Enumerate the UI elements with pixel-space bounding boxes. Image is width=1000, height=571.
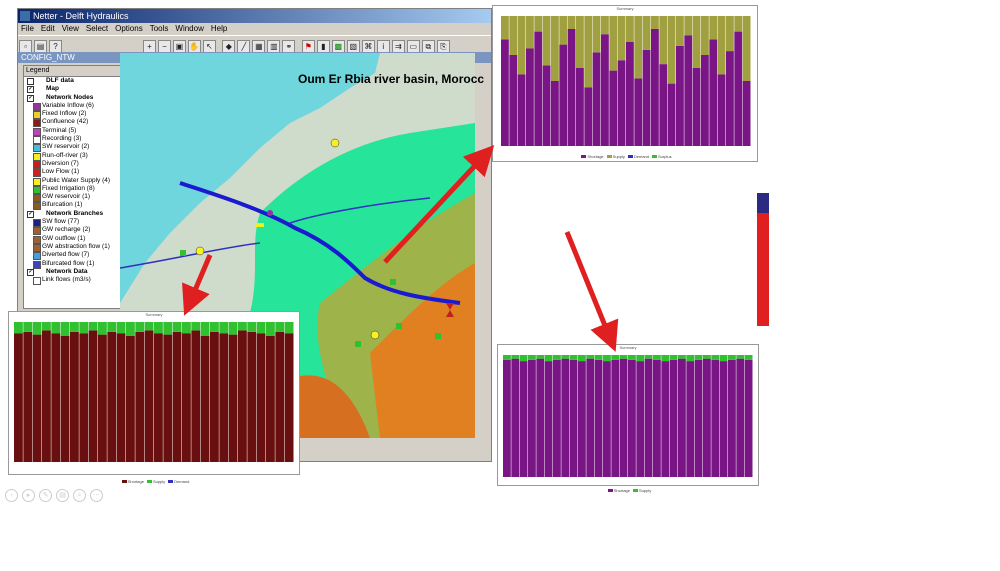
zoom-icon[interactable]: ⌕ <box>73 489 86 502</box>
viewer-controls: ‹ ▸ ✎ ▤ ⌕ ⋯ <box>5 484 107 502</box>
more-icon[interactable]: ⋯ <box>90 489 103 502</box>
prev-icon[interactable]: ‹ <box>5 489 18 502</box>
arrow-to-bottom-left <box>182 254 213 316</box>
arrow-to-top-right <box>383 145 495 264</box>
save-icon[interactable]: ▤ <box>56 489 69 502</box>
play-icon[interactable]: ▸ <box>22 489 35 502</box>
edit-icon[interactable]: ✎ <box>39 489 52 502</box>
arrow-to-bottom-right <box>564 231 619 352</box>
annotation-arrows <box>182 145 619 352</box>
